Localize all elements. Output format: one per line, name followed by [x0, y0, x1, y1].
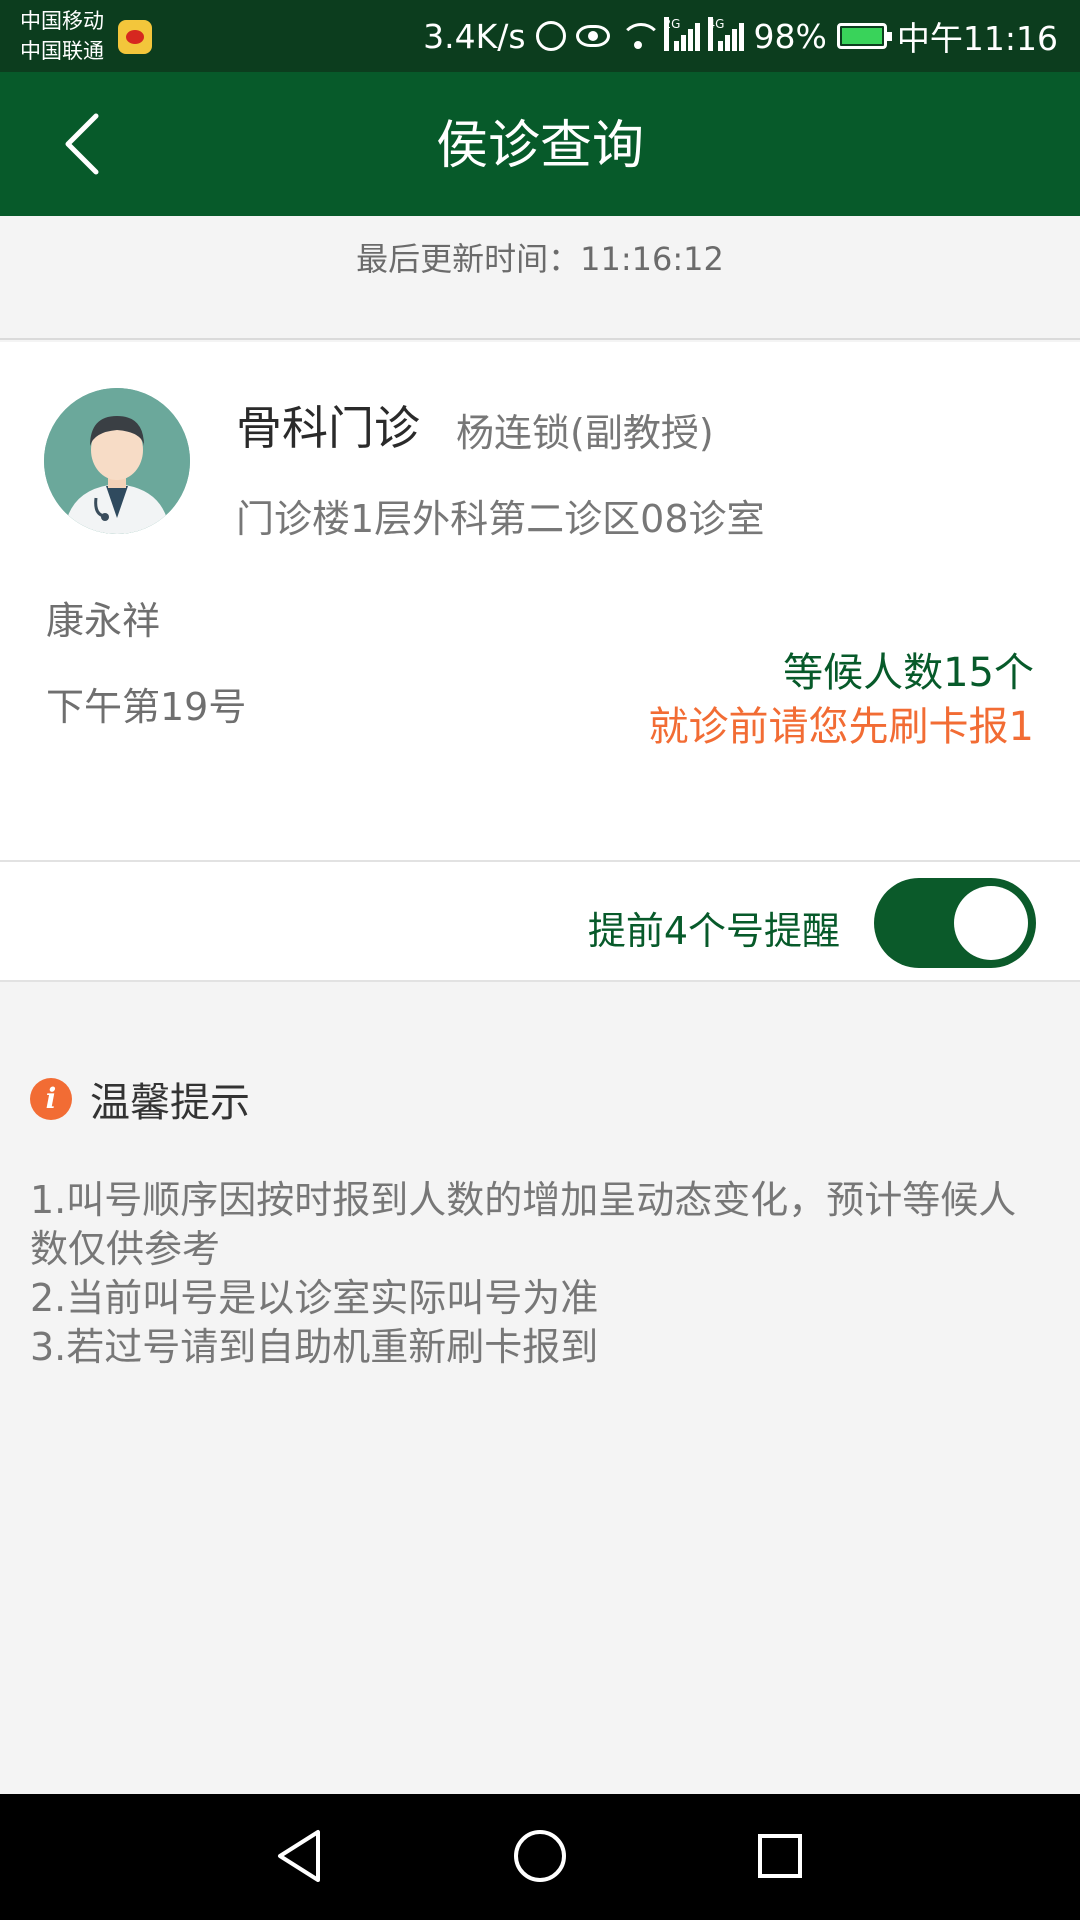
last-updated-time: 最后更新时间：11:16:12	[356, 240, 724, 278]
status-bar: 中国移动 中国联通 3.4K/s 2G 4G 98% 中午11:16	[0, 0, 1080, 72]
nav-recents-button[interactable]	[748, 1824, 812, 1888]
nav-back-button[interactable]	[268, 1824, 332, 1888]
wifi-icon	[619, 21, 662, 51]
update-area: 最后更新时间：11:16:12	[0, 216, 1080, 340]
doctor-icon	[44, 388, 190, 534]
eye-comfort-icon	[575, 25, 610, 47]
signal-1-tag: 2G	[663, 17, 680, 51]
page-title: 侯诊查询	[435, 116, 644, 176]
system-nav-bar	[0, 1794, 1080, 1920]
queue-card: 骨科门诊 杨连锁(副教授) 门诊楼1层外科第二诊区08诊室 康永祥 下午第19号…	[0, 342, 1080, 860]
reminder-row: 提前4个号提醒	[0, 860, 1080, 982]
signal-2g-icon: 2G	[663, 17, 700, 51]
reminder-label: 提前4个号提醒	[587, 909, 840, 953]
reminder-toggle[interactable]	[874, 878, 1036, 968]
weibo-notification-icon	[118, 20, 152, 54]
doctor-name: 杨连锁(副教授)	[456, 411, 714, 455]
network-speed: 3.4K/s	[423, 16, 526, 56]
square-recents-icon	[758, 1834, 802, 1878]
circle-home-icon	[514, 1830, 566, 1882]
status-indicators: 3.4K/s 2G 4G 98% 中午11:16	[423, 12, 1058, 60]
clinic-room: 门诊楼1层外科第二诊区08诊室	[236, 497, 765, 541]
signal-4g-icon: 4G	[707, 17, 744, 51]
carrier-2: 中国联通	[20, 39, 104, 63]
patient-name: 康永祥	[46, 599, 161, 643]
info-icon: i	[30, 1078, 72, 1120]
app-header: 侯诊查询	[0, 72, 1080, 216]
tip-item: 1.叫号顺序因按时报到人数的增加呈动态变化，预计等候人数仅供参考	[30, 1178, 1017, 1271]
carrier-1: 中国移动	[20, 9, 104, 33]
department-name: 骨科门诊	[236, 401, 420, 455]
tips-header: i 温馨提示	[30, 1076, 250, 1126]
queue-number: 下午第19号	[46, 685, 247, 729]
battery-percent: 98%	[753, 16, 827, 56]
clock: 中午11:16	[896, 19, 1058, 58]
toggle-knob	[954, 886, 1028, 960]
tip-item: 2.当前叫号是以诊室实际叫号为准	[30, 1276, 599, 1320]
screen: 中国移动 中国联通 3.4K/s 2G 4G 98% 中午11:16 侯诊查询 …	[0, 0, 1080, 1920]
tip-item: 3.若过号请到自助机重新刷卡报到	[30, 1325, 599, 1369]
doctor-avatar	[44, 388, 190, 534]
waiting-count: 等候人数15个	[783, 650, 1034, 696]
signal-2-tag: 4G	[707, 17, 724, 51]
alarm-icon	[535, 21, 566, 51]
tips-list: 1.叫号顺序因按时报到人数的增加呈动态变化，预计等候人数仅供参考 2.当前叫号是…	[30, 1176, 1050, 1372]
nav-home-button[interactable]	[508, 1824, 572, 1888]
tips-title: 温馨提示	[90, 1080, 250, 1126]
triangle-back-icon	[278, 1830, 320, 1882]
battery-charging-icon	[836, 23, 892, 49]
carrier-labels: 中国移动 中国联通	[20, 6, 104, 66]
check-in-notice: 就诊前请您先刷卡报1	[648, 704, 1034, 750]
